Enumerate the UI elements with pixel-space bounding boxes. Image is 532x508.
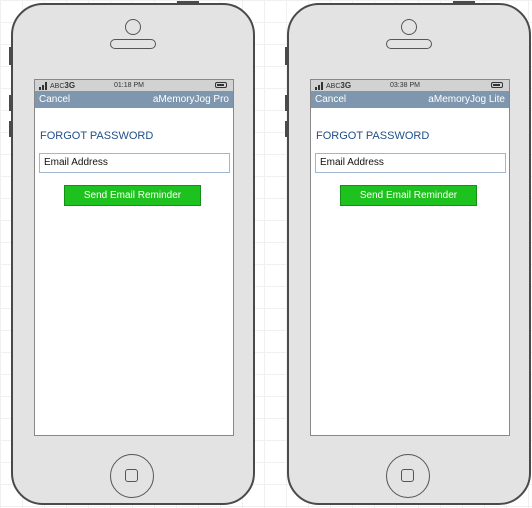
camera-icon xyxy=(401,19,417,35)
status-time: 01:18 PM xyxy=(114,82,144,89)
volume-up-button xyxy=(9,95,12,111)
battery-icon xyxy=(491,82,503,88)
email-field[interactable]: Email Address xyxy=(39,153,230,173)
app-title: aMemoryJog Lite xyxy=(428,94,505,105)
signal-icon xyxy=(315,82,324,90)
send-email-reminder-button[interactable]: Send Email Reminder xyxy=(64,185,201,206)
status-bar: ABC3G 01:18 PM xyxy=(35,80,233,91)
power-button xyxy=(177,1,199,4)
camera-icon xyxy=(125,19,141,35)
phone-pro: ABC3G 01:18 PM Cancel aMemoryJog Pro FOR… xyxy=(9,1,255,505)
speaker-icon xyxy=(110,39,156,49)
mute-switch xyxy=(285,47,288,65)
app-title: aMemoryJog Pro xyxy=(152,94,229,105)
volume-down-button xyxy=(9,121,12,137)
cancel-button[interactable]: Cancel xyxy=(39,91,70,108)
cancel-button[interactable]: Cancel xyxy=(315,91,346,108)
navigation-bar: Cancel aMemoryJog Pro xyxy=(35,91,233,108)
volume-up-button xyxy=(285,95,288,111)
navigation-bar: Cancel aMemoryJog Lite xyxy=(311,91,509,108)
phone-lite: ABC3G 03:38 PM Cancel aMemoryJog Lite FO… xyxy=(285,1,531,505)
send-email-reminder-button[interactable]: Send Email Reminder xyxy=(340,185,477,206)
mute-switch xyxy=(9,47,12,65)
volume-down-button xyxy=(285,121,288,137)
screen: ABC3G 01:18 PM Cancel aMemoryJog Pro FOR… xyxy=(34,79,234,436)
home-button-icon[interactable] xyxy=(110,454,154,498)
email-field[interactable]: Email Address xyxy=(315,153,506,173)
battery-icon xyxy=(215,82,227,88)
signal-icon xyxy=(39,82,48,90)
screen: ABC3G 03:38 PM Cancel aMemoryJog Lite FO… xyxy=(310,79,510,436)
page-title: FORGOT PASSWORD xyxy=(40,130,154,142)
power-button xyxy=(453,1,475,4)
status-time: 03:38 PM xyxy=(390,82,420,89)
home-square-icon xyxy=(401,469,414,482)
speaker-icon xyxy=(386,39,432,49)
home-square-icon xyxy=(125,469,138,482)
status-bar: ABC3G 03:38 PM xyxy=(311,80,509,91)
page-title: FORGOT PASSWORD xyxy=(316,130,430,142)
home-button-icon[interactable] xyxy=(386,454,430,498)
